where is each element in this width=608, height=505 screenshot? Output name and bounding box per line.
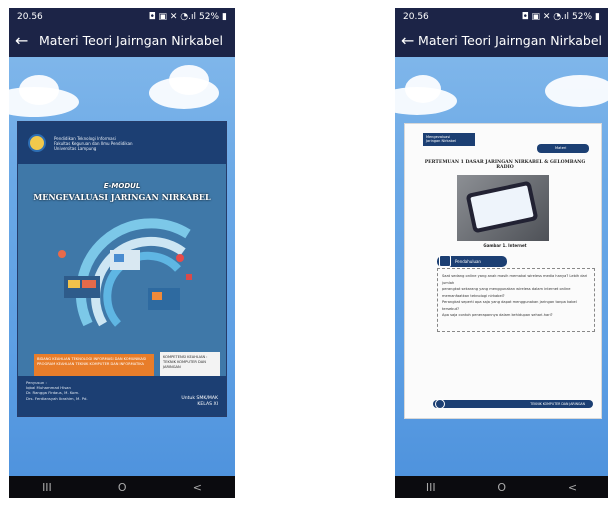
home-button[interactable]: O	[497, 481, 506, 494]
battery-icon: ▮	[595, 12, 600, 22]
cloud	[545, 75, 608, 107]
section-heading: PERTEMUAN 1 DASAR JARINGAN NIRKABEL & GE…	[424, 160, 586, 170]
module-tag: Mengevaluasi Jaringan Nirkabel	[423, 133, 475, 146]
page-number-badge	[435, 399, 445, 409]
paragraph-line: perangkat sekarang yang menggunakan wire…	[442, 287, 571, 291]
content-area[interactable]: Pendidikan Teknologi Informasi Fakultas …	[9, 57, 235, 476]
network-illustration	[58, 218, 192, 327]
battery-level: 52%	[199, 12, 220, 22]
competency-box: KOMPETENSI KEAHLIAN : TEKNIK KOMPUTER DA…	[160, 352, 220, 378]
photo-caption: Gambar 1. Internet	[483, 243, 527, 248]
cover-subtitle: E-MODUL	[103, 182, 141, 190]
recent-apps-button[interactable]: III	[426, 481, 436, 494]
paragraph-line: Apa saja contoh penerapannya dalam kehid…	[442, 313, 553, 317]
battery-icon: ▮	[222, 12, 227, 22]
field-banner: BIDANG KEAHLIAN TEKNOLOGI INFORMASI DAN …	[34, 354, 154, 376]
back-button[interactable]: <	[193, 481, 202, 494]
page-title: Materi Teori Jairngan Nirkabel	[418, 32, 602, 48]
institution-line: Universitas Lampung	[54, 145, 97, 151]
status-bar: 20.56 ◘ ▣ ✕ ◔.ıl 52% ▮	[9, 8, 235, 26]
phone-right: 20.56 ◘ ▣ ✕ ◔.ıl 52% ▮ ← Materi Teori Ja…	[395, 8, 608, 498]
banner-line: PROGRAM KEAHLIAN TEKNIK KOMPUTER DAN INF…	[37, 362, 144, 366]
tag-line: Jaringan Nirkabel	[426, 139, 456, 143]
class-info: Untuk SMK/MAK KELAS XI	[181, 396, 218, 408]
cover-page: Pendidikan Teknologi Informasi Fakultas …	[17, 121, 227, 417]
cloud	[19, 75, 59, 105]
competency-line: JARINGAN	[163, 365, 181, 369]
cover-footer: Penyusun : Iqbal Muhammad Hisan Dr. Rang…	[18, 376, 226, 416]
cloud	[405, 75, 441, 103]
paragraph-line: Perangkat seperti apa saja yang dapat me…	[442, 300, 577, 304]
system-nav-bar: III O <	[9, 476, 235, 498]
cover-header: Pendidikan Teknologi Informasi Fakultas …	[18, 122, 226, 164]
app-bar: ← Materi Teori Jairngan Nirkabel	[9, 26, 235, 54]
status-icons: ◘ ▣ ✕ ◔.ıl	[521, 12, 570, 22]
cover-title: MENGEVALUASI JARINGAN NIRKABEL	[33, 192, 211, 202]
intro-box: Saat sedang online yang anak masih memak…	[437, 268, 595, 332]
back-button[interactable]: <	[568, 481, 577, 494]
content-area[interactable]: Mengevaluasi Jaringan Nirkabel Materi PE…	[395, 57, 608, 476]
status-bar: 20.56 ◘ ▣ ✕ ◔.ıl 52% ▮	[395, 8, 608, 26]
status-time: 20.56	[17, 12, 43, 22]
back-arrow-icon[interactable]: ←	[401, 31, 418, 50]
app-bar: ← Materi Teori Jairngan Nirkabel	[395, 26, 608, 54]
internet-photo	[457, 175, 549, 241]
home-button[interactable]: O	[118, 481, 127, 494]
status-time: 20.56	[403, 12, 429, 22]
battery-level: 52%	[572, 12, 593, 22]
book-icon	[439, 255, 451, 267]
materi-pill: Materi	[537, 144, 589, 153]
phone-left: 20.56 ◘ ▣ ✕ ◔.ıl 52% ▮ ← Materi Teori Ja…	[9, 8, 235, 498]
page-footer: TEKNIK KOMPUTER DAN JARINGAN	[433, 400, 593, 408]
smartphone-image	[465, 180, 539, 234]
cloud	[169, 65, 209, 95]
institution-line: Fakultas Keguruan dan Ilmu Pendidikan	[54, 140, 133, 146]
paragraph-line: Saat sedang online yang anak masih memak…	[442, 274, 588, 285]
recent-apps-button[interactable]: III	[42, 481, 52, 494]
page-title: Materi Teori Jairngan Nirkabel	[39, 32, 223, 48]
system-nav-bar: III O <	[395, 476, 608, 498]
institution: Pendidikan Teknologi Informasi Fakultas …	[54, 136, 133, 151]
university-logo	[28, 134, 46, 152]
module-page: Mengevaluasi Jaringan Nirkabel Materi PE…	[404, 123, 602, 419]
class-level: KELAS XI	[197, 402, 218, 407]
back-arrow-icon[interactable]: ←	[15, 31, 39, 50]
status-icons: ◘ ▣ ✕ ◔.ıl	[148, 12, 197, 22]
